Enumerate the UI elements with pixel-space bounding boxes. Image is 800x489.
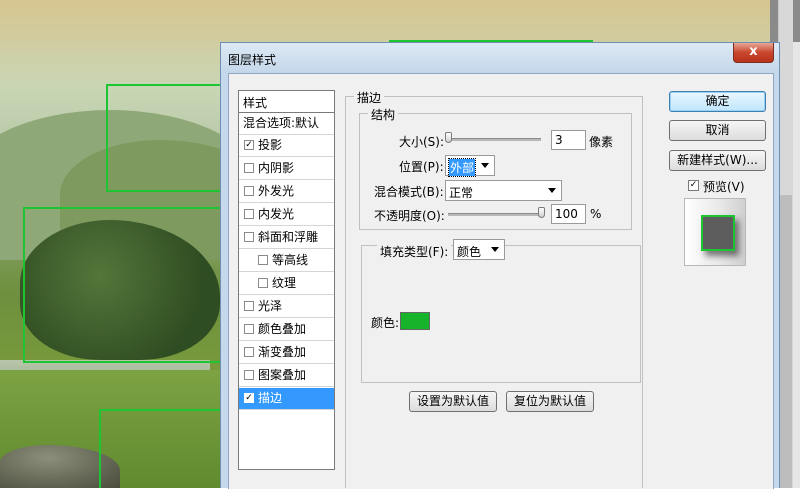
chevron-down-icon — [491, 247, 499, 252]
size-slider-track[interactable] — [448, 138, 541, 141]
style-item-label: 等高线 — [272, 253, 309, 267]
size-label: 大小(S): — [399, 135, 445, 149]
size-slider-handle[interactable] — [445, 132, 452, 143]
chevron-down-icon — [548, 188, 556, 193]
checkbox[interactable] — [244, 232, 254, 242]
style-item-label: 外发光 — [258, 184, 295, 198]
make-default-button[interactable]: 设置为默认值 — [409, 391, 497, 412]
style-item-label: 图案叠加 — [258, 368, 307, 382]
checkbox[interactable] — [244, 347, 254, 357]
chevron-down-icon — [481, 163, 489, 168]
reset-default-button[interactable]: 复位为默认值 — [506, 391, 594, 412]
style-item-label: 斜面和浮雕 — [258, 230, 319, 244]
style-list: 样式 混合选项:默认 ✓ 投影内阴影外发光内发光斜面和浮雕等高线纹理光泽颜色叠加渐… — [238, 90, 335, 470]
checkbox[interactable] — [244, 324, 254, 334]
fill-type-label: 填充类型(F): — [377, 243, 452, 260]
opacity-input[interactable]: 100 — [551, 204, 586, 224]
blend-mode-label: 混合模式(B): — [374, 185, 444, 199]
style-item[interactable]: ✓ 投影 — [239, 135, 334, 157]
style-item-label: 颜色叠加 — [258, 322, 307, 336]
style-item-label: 投影 — [258, 138, 283, 152]
color-swatch[interactable] — [400, 312, 430, 330]
dialog-title: 图层样式 — [228, 53, 277, 67]
style-item[interactable]: 图案叠加 — [239, 365, 334, 387]
style-item-label: 纹理 — [272, 276, 297, 290]
layer-style-dialog: 图层样式 x 样式 混合选项:默认 ✓ 投影内阴影外发光内发光斜面和浮雕等高线纹理… — [220, 42, 780, 489]
opacity-slider-handle[interactable] — [538, 207, 545, 218]
checkbox[interactable]: ✓ — [244, 393, 254, 403]
style-item[interactable]: 外发光 — [239, 181, 334, 203]
dialog-body: 样式 混合选项:默认 ✓ 投影内阴影外发光内发光斜面和浮雕等高线纹理光泽颜色叠加渐… — [228, 73, 774, 489]
style-item[interactable]: 颜色叠加 — [239, 319, 334, 341]
opacity-label: 不透明度(O): — [374, 209, 445, 223]
preview-square — [701, 215, 735, 251]
style-list-header[interactable]: 样式 — [239, 91, 334, 113]
stroked-layer-rect — [23, 207, 239, 363]
opacity-slider-track[interactable] — [448, 213, 541, 216]
preview-label: 预览(V) — [703, 180, 745, 194]
scrollbar-thumb[interactable] — [778, 195, 792, 488]
style-item-label: 内发光 — [258, 207, 295, 221]
style-preview-thumbnail — [684, 198, 746, 266]
style-item[interactable]: 光泽 — [239, 296, 334, 318]
new-style-button[interactable]: 新建样式(W)... — [669, 150, 766, 171]
close-icon: x — [749, 44, 758, 59]
fill-type-value: 颜色 — [457, 245, 482, 259]
style-item[interactable]: 内阴影 — [239, 158, 334, 180]
checkbox[interactable] — [244, 163, 254, 173]
checkbox[interactable]: ✓ — [244, 140, 254, 150]
close-button[interactable]: x — [733, 43, 774, 63]
style-item[interactable]: 斜面和浮雕 — [239, 227, 334, 249]
size-unit: 像素 — [589, 135, 614, 149]
style-item[interactable]: 纹理 — [239, 273, 334, 295]
blend-options-label: 混合选项:默认 — [243, 116, 320, 130]
color-label: 颜色: — [371, 316, 400, 330]
position-select[interactable]: 外部 — [445, 155, 495, 177]
blend-mode-select[interactable]: 正常 — [445, 180, 562, 201]
cancel-button[interactable]: 取消 — [669, 120, 766, 141]
stroke-group-title: 描边 — [354, 89, 385, 106]
blend-mode-value: 正常 — [449, 186, 474, 200]
style-item[interactable]: ✓ 描边 — [239, 388, 334, 410]
checkbox[interactable] — [244, 370, 254, 380]
structure-group-title: 结构 — [368, 106, 399, 123]
fill-type-select[interactable]: 颜色 — [453, 239, 505, 260]
style-item-label: 内阴影 — [258, 161, 295, 175]
position-label: 位置(P): — [399, 160, 444, 174]
position-value: 外部 — [447, 158, 477, 177]
checkbox[interactable] — [258, 278, 268, 288]
style-item[interactable]: 渐变叠加 — [239, 342, 334, 364]
size-input[interactable]: 3 — [551, 130, 586, 150]
checkbox[interactable] — [244, 301, 254, 311]
ok-button[interactable]: 确定 — [669, 91, 766, 112]
style-item[interactable]: 内发光 — [239, 204, 334, 226]
title-bar[interactable]: 图层样式 x — [221, 43, 779, 73]
checkbox[interactable] — [244, 186, 254, 196]
check-icon: ✓ — [688, 180, 699, 191]
blend-options-item[interactable]: 混合选项:默认 — [239, 113, 334, 135]
style-item-label: 光泽 — [258, 299, 283, 313]
checkbox[interactable] — [244, 209, 254, 219]
opacity-unit: % — [590, 207, 602, 221]
style-item[interactable]: 等高线 — [239, 250, 334, 272]
style-item-label: 渐变叠加 — [258, 345, 307, 359]
checkbox[interactable] — [258, 255, 268, 265]
style-item-label: 描边 — [258, 391, 283, 405]
